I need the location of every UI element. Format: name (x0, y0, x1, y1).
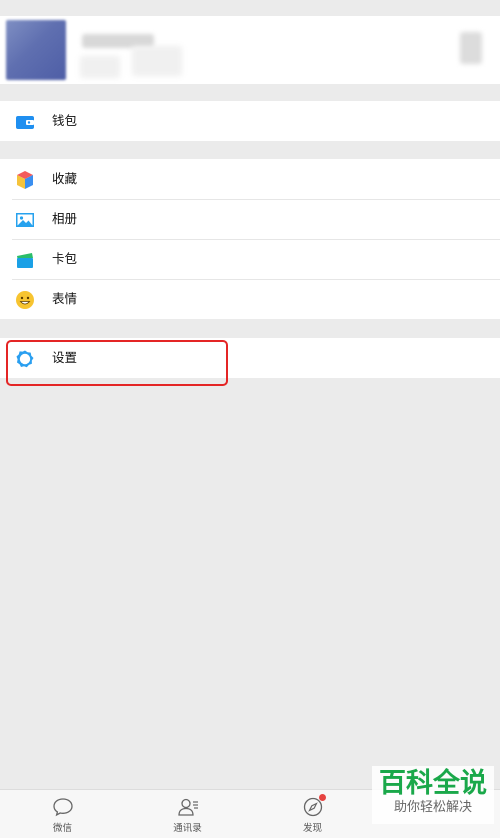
menu-item-label: 钱包 (52, 113, 78, 128)
menu-item-stickers[interactable]: 表情 (0, 279, 500, 319)
tab-contacts[interactable]: 通讯录 (125, 790, 250, 838)
avatar[interactable] (6, 20, 66, 80)
redacted-blur (80, 56, 120, 78)
menu-item-label: 相册 (52, 211, 78, 226)
tab-chats[interactable]: 微信 (0, 790, 125, 838)
tab-discover[interactable]: 发现 (250, 790, 375, 838)
menu-item-label: 收藏 (52, 171, 78, 186)
menu-item-album[interactable]: 相册 (0, 199, 500, 239)
watermark-title: 百科全说 (379, 768, 487, 799)
menu-item-cards[interactable]: 卡包 (0, 239, 500, 279)
tab-label: 微信 (52, 823, 72, 834)
redacted-blur (132, 46, 182, 76)
watermark-logo: 百科全说 助你轻松解决 (372, 766, 494, 824)
qr-code-icon[interactable] (460, 32, 482, 64)
tab-label: 发现 (302, 823, 322, 834)
smiley-icon (16, 291, 34, 309)
image-icon (16, 213, 34, 227)
menu-item-label: 表情 (52, 291, 78, 306)
notification-badge (319, 794, 326, 801)
menu-item-wallet[interactable]: 钱包 (0, 101, 500, 141)
contacts-icon (177, 798, 198, 816)
profile-header[interactable] (0, 16, 500, 84)
menu-item-favorites[interactable]: 收藏 (0, 159, 500, 199)
cube-icon (17, 171, 33, 189)
feature-group: 收藏 相册 卡包 表情 (0, 159, 500, 319)
watermark-subtitle: 助你轻松解决 (393, 800, 472, 815)
card-icon (17, 253, 33, 268)
settings-highlight-box (6, 340, 228, 386)
tab-label: 通讯录 (173, 823, 202, 834)
chat-bubble-icon (52, 798, 73, 817)
menu-item-label: 卡包 (52, 251, 78, 266)
wallet-icon (16, 116, 34, 129)
wallet-group: 钱包 (0, 101, 500, 141)
